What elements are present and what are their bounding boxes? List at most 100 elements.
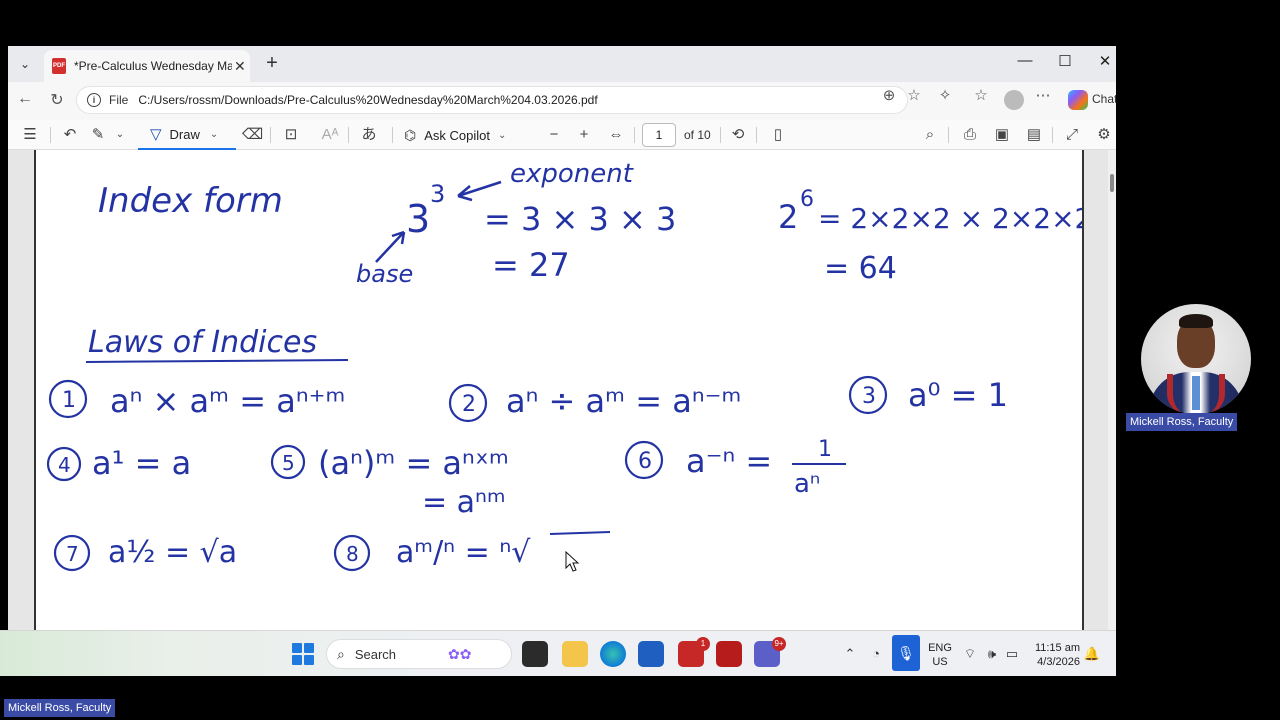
store-icon[interactable]: [638, 641, 664, 667]
draw-button[interactable]: ▽ Draw ⌄: [138, 120, 236, 150]
notifications-bell-icon[interactable]: 🔔: [1082, 646, 1102, 662]
law5-text: (aⁿ)ᵐ = aⁿˣᵐ: [318, 444, 509, 482]
task-view-icon[interactable]: [522, 641, 548, 667]
refresh-icon[interactable]: ↻: [46, 90, 68, 110]
tray-app-icon[interactable]: ◔: [866, 646, 886, 661]
file-explorer-icon[interactable]: [562, 641, 588, 667]
pdf-viewer[interactable]: Index form 3 3 exponent base = 3 × 3 × 3…: [8, 150, 1116, 630]
law3-text: a⁰ = 1: [908, 376, 1008, 414]
url-text[interactable]: C:/Users/rossm/Downloads/Pre-Calculus%20…: [138, 93, 597, 107]
pdf-page[interactable]: Index form 3 3 exponent base = 3 × 3 × 3…: [34, 150, 1084, 630]
teams-badge: 9+: [772, 637, 786, 651]
presenter-tie: [1192, 376, 1200, 410]
laws-heading: Laws of Indices: [88, 325, 317, 360]
undo-icon[interactable]: ↶: [60, 124, 80, 146]
battery-icon[interactable]: ▭: [1002, 646, 1022, 662]
ex1-power: 3: [430, 180, 445, 208]
close-window-icon[interactable]: ✕: [1090, 52, 1116, 70]
new-tab-icon[interactable]: +: [260, 52, 284, 76]
contents-list-icon[interactable]: ☰: [20, 124, 40, 146]
fullscreen-icon[interactable]: ⤢: [1062, 124, 1082, 146]
teams-icon[interactable]: 9+: [754, 637, 786, 667]
tab-actions-chevron-icon[interactable]: ⌄: [14, 53, 36, 75]
divider: [1052, 127, 1053, 143]
divider: [756, 127, 757, 143]
page-view-icon[interactable]: ▯: [768, 124, 788, 146]
draw-label: Draw: [169, 126, 200, 142]
show-hidden-icons-chevron-icon[interactable]: ⌃: [840, 646, 860, 662]
maximize-icon[interactable]: ☐: [1050, 52, 1080, 70]
taskbar-search-label: Search: [354, 646, 397, 662]
zoom-out-icon[interactable]: −: [544, 124, 564, 146]
heading-underline: [85, 359, 349, 363]
language-indicator[interactable]: ENG US: [928, 641, 952, 669]
favorite-star-icon[interactable]: ☆: [903, 86, 925, 104]
close-tab-icon[interactable]: ✕: [234, 58, 246, 75]
settings-gear-icon[interactable]: ⚙: [1094, 124, 1114, 146]
index-form-text: Index form: [98, 181, 283, 221]
divider: [270, 127, 271, 143]
eraser-icon[interactable]: ⌫: [242, 124, 263, 146]
edge-browser-icon[interactable]: [600, 641, 626, 667]
law3-number: 3: [862, 384, 876, 409]
law8-number: 8: [346, 542, 359, 566]
divider: [720, 127, 721, 143]
back-icon[interactable]: ←: [14, 90, 36, 108]
ask-copilot-button[interactable]: ⌬ Ask Copilot ⌄: [404, 124, 506, 146]
vertical-scrollbar[interactable]: [1108, 150, 1116, 630]
divider: [392, 127, 393, 143]
page-total: of 10: [684, 128, 711, 142]
root-overline: [549, 531, 611, 535]
highlight-icon[interactable]: ✎: [88, 124, 108, 146]
rotate-icon[interactable]: ⟲: [728, 124, 748, 146]
copilot-icon[interactable]: [1068, 90, 1088, 110]
tab-bar: ⌄ PDF *Pre-Calculus Wednesday March 4 ✕ …: [8, 46, 1116, 82]
read-aloud-icon[interactable]: あ: [358, 124, 380, 146]
windows-start-icon[interactable]: [292, 643, 314, 665]
mcafee-icon[interactable]: [716, 641, 742, 667]
fit-page-icon[interactable]: ⇔: [606, 124, 626, 146]
save-as-icon[interactable]: ▤: [1024, 124, 1044, 146]
page-number-input[interactable]: 1: [642, 123, 676, 147]
divider: [348, 127, 349, 143]
browser-window: ⌄ PDF *Pre-Calculus Wednesday March 4 ✕ …: [8, 46, 1116, 630]
extensions-icon[interactable]: ✧: [934, 86, 956, 104]
more-menu-icon[interactable]: ⋯: [1032, 86, 1054, 104]
draw-chevron-icon[interactable]: ⌄: [210, 129, 218, 140]
info-icon[interactable]: i: [87, 93, 101, 107]
handwritten-notes: Index form 3 3 exponent base = 3 × 3 × 3…: [46, 159, 1082, 572]
print-icon[interactable]: ⎙: [960, 124, 980, 146]
law4-text: a¹ = a: [92, 444, 191, 482]
microphone-icon[interactable]: 🎙: [892, 635, 920, 671]
minimize-icon[interactable]: —: [1010, 52, 1040, 69]
law2-text: aⁿ ÷ aᵐ = aⁿ⁻ᵐ: [506, 382, 741, 420]
law7-text: a½ = √a: [108, 535, 237, 570]
volume-icon[interactable]: 🕪: [982, 646, 1002, 662]
ask-copilot-chevron-icon: ⌄: [497, 129, 507, 141]
chat-label[interactable]: Chat: [1092, 92, 1116, 106]
law6-number: 6: [638, 449, 652, 474]
ex1-expansion: = 3 × 3 × 3: [484, 200, 676, 238]
search-icon[interactable]: ⌕: [920, 124, 940, 146]
zoom-icon[interactable]: ⊕: [878, 86, 900, 104]
participant-name-label: Mickell Ross, Faculty: [1126, 413, 1238, 431]
save-icon[interactable]: ▣: [992, 124, 1012, 146]
zoom-in-icon[interactable]: +: [574, 124, 594, 146]
wifi-icon[interactable]: ⌔: [960, 646, 980, 662]
system-clock[interactable]: 11:15 am 4/3/2026: [1030, 641, 1080, 669]
law5-simplified: = aⁿᵐ: [422, 485, 506, 520]
presenter-hair: [1179, 314, 1213, 328]
law7-number: 7: [66, 542, 79, 566]
ex2-base: 2: [778, 198, 798, 236]
highlight-chevron-icon[interactable]: ⌄: [114, 124, 126, 146]
profile-avatar[interactable]: [1004, 90, 1024, 110]
lockdown-browser-icon[interactable]: 1: [678, 637, 710, 667]
favorites-icon[interactable]: ☆: [970, 86, 992, 104]
scrollbar-thumb[interactable]: [1110, 174, 1114, 192]
taskbar-search[interactable]: ⌕ Search ✿✿: [326, 639, 512, 669]
keyboard-region: US: [932, 656, 948, 668]
tab-active[interactable]: PDF *Pre-Calculus Wednesday March 4 ✕: [44, 50, 250, 82]
ex2-power: 6: [800, 187, 814, 212]
text-box-icon[interactable]: ⊡: [281, 124, 301, 146]
address-bar[interactable]: i File C:/Users/rossm/Downloads/Pre-Calc…: [76, 86, 908, 114]
